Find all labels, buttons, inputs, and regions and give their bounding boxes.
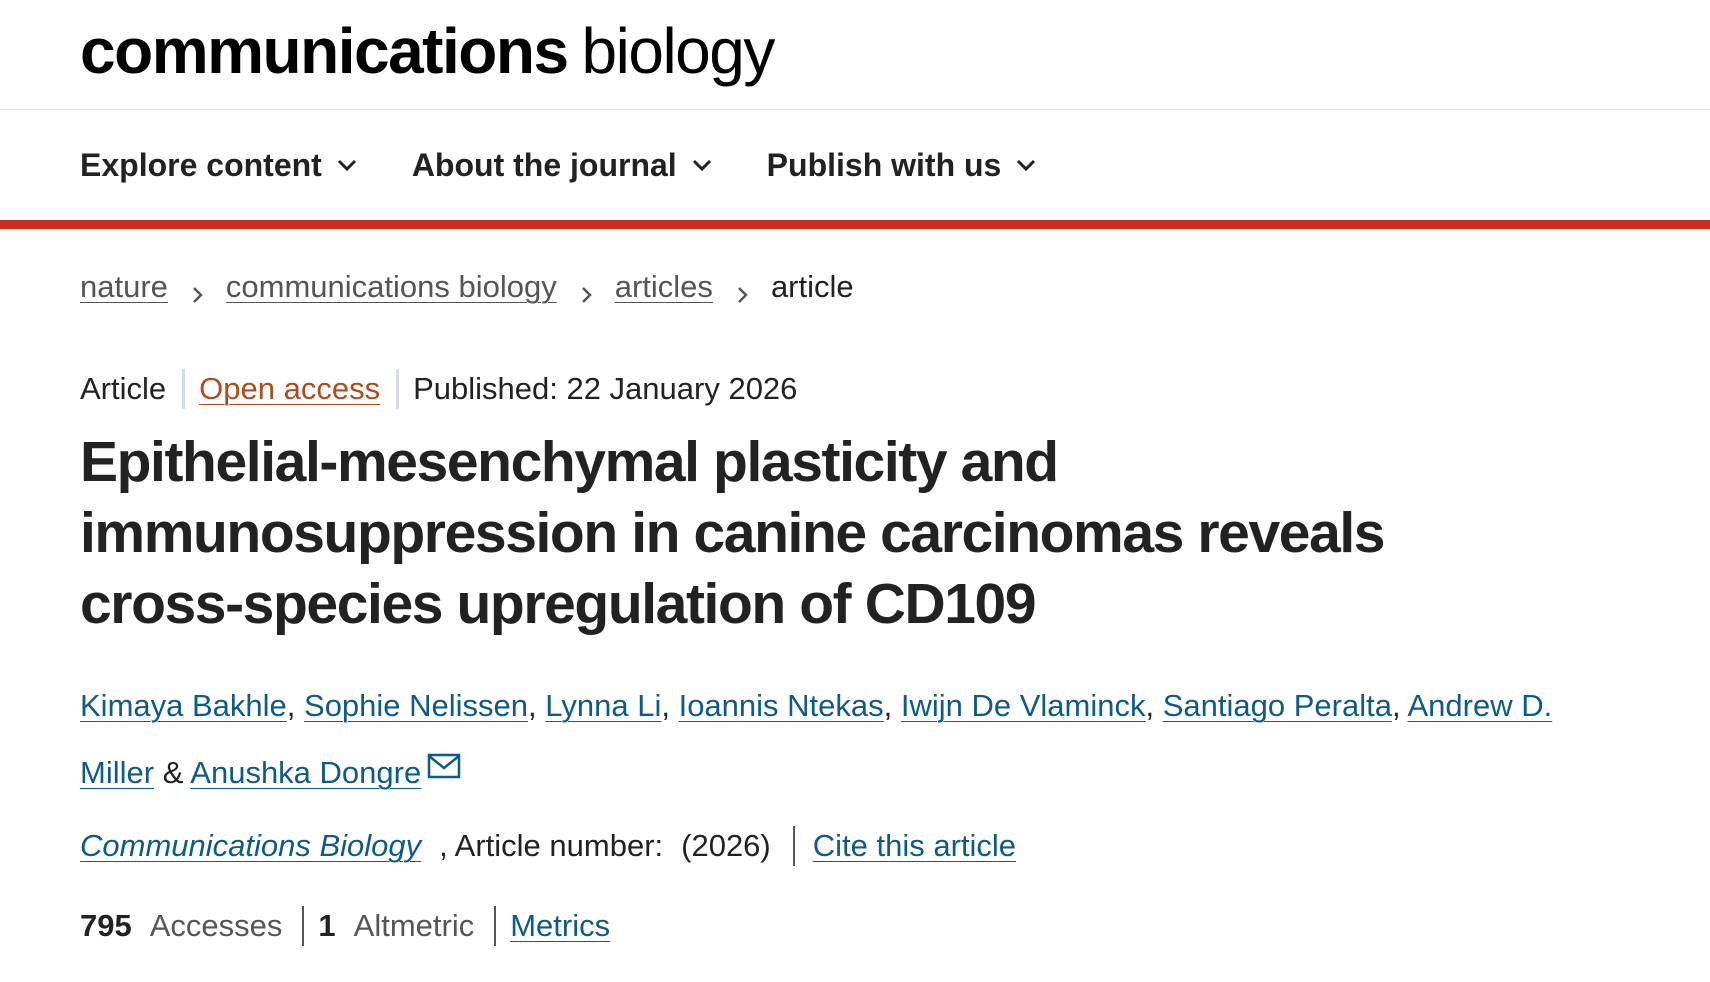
author-link[interactable]: Sophie Nelissen <box>304 688 528 723</box>
cite-this-article-link[interactable]: Cite this article <box>813 828 1016 864</box>
divider <box>182 369 186 409</box>
chevron-right-icon <box>188 277 208 303</box>
article-meta: Article Open access Published: 22 Januar… <box>0 369 1710 409</box>
nav-item-label: Explore content <box>80 146 322 183</box>
logo-strong-text: communications <box>80 14 569 87</box>
article-metrics: 795 Accesses 1 Altmetric Metrics <box>0 906 1710 946</box>
divider <box>396 369 400 409</box>
breadcrumb-nature[interactable]: nature <box>80 269 168 305</box>
divider <box>792 826 795 866</box>
author-link[interactable]: Lynna Li <box>545 688 661 723</box>
author-link[interactable]: Ioannis Ntekas <box>679 688 884 723</box>
altmetric-count: 1 <box>318 908 336 943</box>
author-link[interactable]: Iwijn De Vlaminck <box>901 688 1146 723</box>
published-date: Published: 22 January 2026 <box>413 371 798 406</box>
citation-line: Communications Biology , Article number:… <box>0 826 1710 866</box>
nav-publish-with-us[interactable]: Publish with us <box>767 147 1038 184</box>
chevron-down-icon <box>691 154 713 176</box>
metrics-link[interactable]: Metrics <box>510 908 610 944</box>
author-link[interactable]: Kimaya Bakhle <box>80 688 287 723</box>
breadcrumb-articles[interactable]: articles <box>615 269 713 305</box>
logo-light-text: biology <box>581 14 776 87</box>
breadcrumb-current: article <box>770 269 854 304</box>
mail-icon[interactable] <box>427 737 461 779</box>
article-number-label: , Article number: <box>439 828 664 863</box>
divider <box>494 906 497 946</box>
chevron-right-icon <box>577 277 597 303</box>
article-type: Article <box>80 371 167 406</box>
journal-link[interactable]: Communications Biology <box>80 828 421 864</box>
chevron-down-icon <box>1015 154 1037 176</box>
journal-logo[interactable]: communications biology <box>80 19 775 83</box>
article-year: (2026) <box>681 828 771 863</box>
nav-explore-content[interactable]: Explore content <box>80 147 358 184</box>
author-link-corresponding[interactable]: Anushka Dongre <box>190 755 421 790</box>
chevron-down-icon <box>336 154 358 176</box>
article-title: Epithelial-mesenchymal plasticity and im… <box>80 430 1386 636</box>
altmetric-label: Altmetric <box>353 908 475 943</box>
nav-about-journal[interactable]: About the journal <box>412 147 713 184</box>
breadcrumb: nature communications biology articles a… <box>0 269 1710 305</box>
author-link[interactable]: Santiago Peralta <box>1163 688 1392 723</box>
accesses-count: 795 <box>80 908 132 943</box>
author-joiner: & <box>162 755 184 790</box>
breadcrumb-communications-biology[interactable]: communications biology <box>226 269 557 305</box>
site-header: communications biology <box>0 0 1710 110</box>
nav-item-label: Publish with us <box>766 146 1002 183</box>
accesses-label: Accesses <box>149 908 283 943</box>
nav-item-label: About the journal <box>411 146 677 183</box>
open-access-link[interactable]: Open access <box>199 371 380 407</box>
divider <box>302 906 305 946</box>
main-nav: Explore content About the journal Publis… <box>0 110 1710 229</box>
chevron-right-icon <box>733 277 753 303</box>
author-list: Kimaya Bakhle, Sophie Nelissen, Lynna Li… <box>80 688 1553 790</box>
